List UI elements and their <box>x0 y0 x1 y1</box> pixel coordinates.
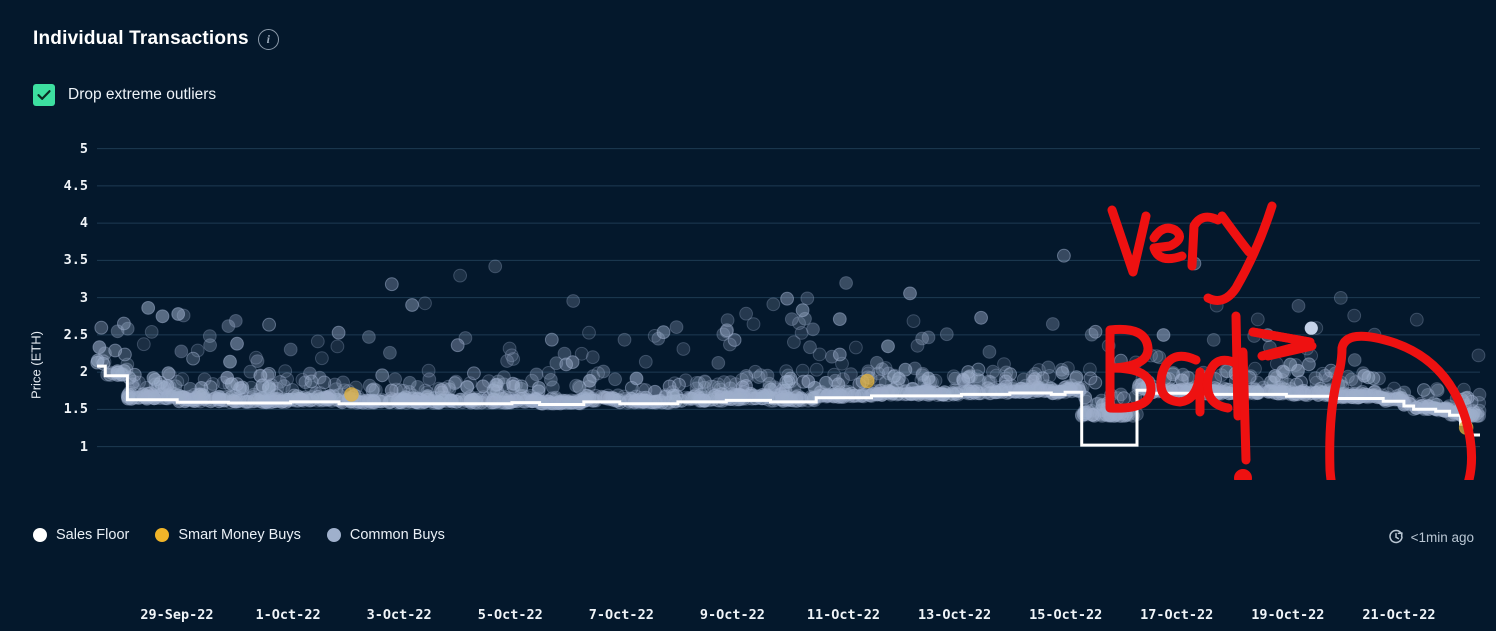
x-tick-label: 13-Oct-22 <box>917 607 992 623</box>
info-icon[interactable]: i <box>257 28 279 50</box>
legend-item[interactable]: Sales Floor <box>33 527 129 543</box>
scatter-plot[interactable] <box>0 120 1496 480</box>
chart-area: Price (ETH) 5 4.5 4 3.5 3 2.5 2 1.5 1 29-Sep-22 1… <box>0 120 1496 623</box>
x-tick-label: 19-Oct-22 <box>1251 607 1325 623</box>
x-tick-label: 11-Oct-22 <box>806 607 881 623</box>
x-axis-ticks: 29-Sep-22 1-Oct-22 3-Oct-22 5-Oct-22 7-Oct-2… <box>0 607 1496 631</box>
x-tick-label: 29-Sep-22 <box>140 607 214 623</box>
x-tick-label: 9-Oct-22 <box>699 607 765 623</box>
check-icon <box>37 90 51 100</box>
checkbox-label: Drop extreme outliers <box>68 86 217 103</box>
legend-item[interactable]: Smart Money Buys <box>155 527 301 543</box>
page-title: Individual Transactions <box>33 28 249 49</box>
x-tick-label: 3-Oct-22 <box>366 607 432 623</box>
panel-header: Individual Transactions i <box>33 28 279 50</box>
clock-refresh-icon <box>1388 529 1403 544</box>
drop-extreme-outliers-checkbox[interactable]: Drop extreme outliers <box>33 84 216 106</box>
legend-item[interactable]: Common Buys <box>326 527 445 543</box>
x-tick-label: 21-Oct-22 <box>1362 607 1436 623</box>
last-updated[interactable]: <1min ago <box>1388 529 1474 545</box>
legend-label: Smart Money Buys <box>178 527 301 543</box>
highlighted-point[interactable] <box>1304 321 1318 335</box>
last-updated-text: <1min ago <box>1410 529 1474 545</box>
x-tick-label: 7-Oct-22 <box>588 607 654 623</box>
chart-legend: Sales Floor Smart Money Buys Common Buys <box>33 527 445 543</box>
legend-swatch <box>326 528 341 542</box>
x-tick-label: 15-Oct-22 <box>1029 607 1103 623</box>
legend-swatch <box>155 528 170 542</box>
legend-label: Common Buys <box>349 527 445 543</box>
legend-swatch <box>33 528 47 542</box>
x-tick-label: 5-Oct-22 <box>477 607 543 623</box>
legend-label: Sales Floor <box>56 527 130 543</box>
red-annotation-layer <box>1105 201 1477 480</box>
x-tick-label: 1-Oct-22 <box>255 607 321 623</box>
x-tick-label: 17-Oct-22 <box>1140 607 1214 623</box>
individual-transactions-panel: Individual Transactions i Drop extreme o… <box>0 0 1496 623</box>
checkbox-box[interactable] <box>33 84 55 106</box>
